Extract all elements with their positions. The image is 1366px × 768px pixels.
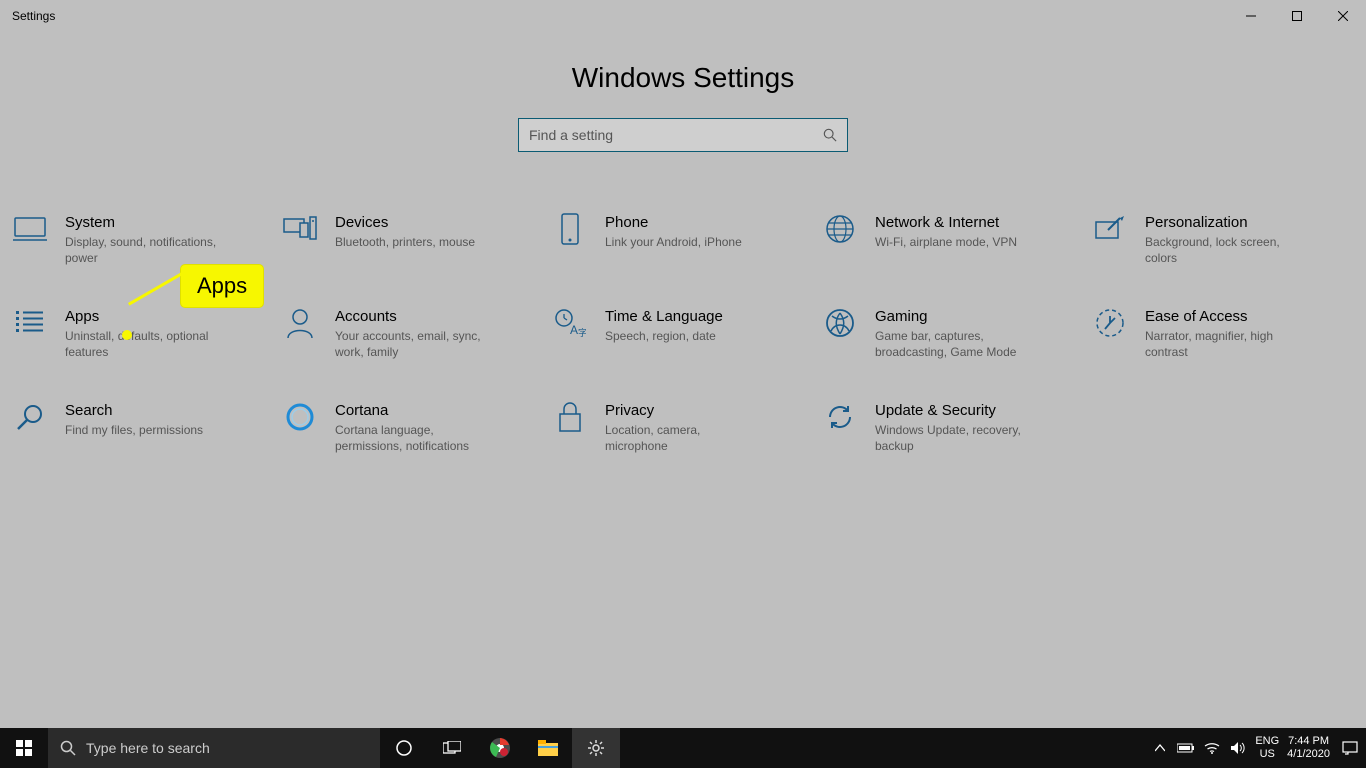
paint-icon	[1093, 212, 1127, 246]
category-devices[interactable]: Devices Bluetooth, printers, mouse	[283, 212, 543, 266]
time-language-icon: A字	[553, 306, 587, 340]
category-desc: Your accounts, email, sync, work, family	[335, 329, 495, 360]
category-title: Gaming	[875, 308, 1035, 325]
category-desc: Game bar, captures, broadcasting, Game M…	[875, 329, 1035, 360]
category-desc: Wi-Fi, airplane mode, VPN	[875, 235, 1017, 251]
category-apps[interactable]: Apps Uninstall, defaults, optional featur…	[13, 306, 273, 360]
category-gaming[interactable]: Gaming Game bar, captures, broadcasting, …	[823, 306, 1083, 360]
search-category-icon	[13, 400, 47, 434]
devices-icon	[283, 212, 317, 246]
category-time[interactable]: A字 Time & Language Speech, region, date	[553, 306, 813, 360]
category-title: Devices	[335, 214, 475, 231]
category-system[interactable]: System Display, sound, notifications, pow…	[13, 212, 273, 266]
category-title: System	[65, 214, 225, 231]
tray-battery-icon[interactable]	[1177, 743, 1195, 753]
annotation-dot	[122, 330, 132, 340]
category-desc: Cortana language, permissions, notificat…	[335, 423, 495, 454]
taskbar-search-icon	[60, 740, 76, 756]
window-title: Settings	[12, 9, 55, 23]
update-icon	[823, 400, 857, 434]
category-personalization[interactable]: Personalization Background, lock screen, …	[1093, 212, 1353, 266]
start-button[interactable]	[0, 728, 48, 768]
category-network[interactable]: Network & Internet Wi-Fi, airplane mode, …	[823, 212, 1083, 266]
category-desc: Uninstall, defaults, optional features	[65, 329, 225, 360]
category-title: Phone	[605, 214, 742, 231]
category-title: Time & Language	[605, 308, 723, 325]
category-title: Update & Security	[875, 402, 1035, 419]
globe-icon	[823, 212, 857, 246]
tray-clock[interactable]: 7:44 PM4/1/2020	[1287, 735, 1330, 761]
annotation-callout: Apps	[181, 265, 263, 307]
maximize-button[interactable]	[1274, 0, 1320, 32]
category-ease[interactable]: Ease of Access Narrator, magnifier, high …	[1093, 306, 1353, 360]
taskbar-taskview-button[interactable]	[428, 728, 476, 768]
taskbar-search-placeholder: Type here to search	[86, 740, 210, 756]
category-phone[interactable]: Phone Link your Android, iPhone	[553, 212, 813, 266]
taskbar-settings-button[interactable]	[572, 728, 620, 768]
apps-icon	[13, 306, 47, 340]
close-button[interactable]	[1320, 0, 1366, 32]
category-desc: Display, sound, notifications, power	[65, 235, 225, 266]
category-title: Accounts	[335, 308, 495, 325]
ease-of-access-icon	[1093, 306, 1127, 340]
lock-icon	[553, 400, 587, 434]
category-title: Apps	[65, 308, 225, 325]
window-titlebar: Settings	[0, 0, 1366, 32]
page-title: Windows Settings	[0, 62, 1366, 94]
category-search[interactable]: Search Find my files, permissions	[13, 400, 273, 454]
category-title: Cortana	[335, 402, 495, 419]
tray-chevron-icon[interactable]	[1151, 744, 1169, 752]
category-desc: Windows Update, recovery, backup	[875, 423, 1035, 454]
category-privacy[interactable]: Privacy Location, camera, microphone	[553, 400, 813, 454]
category-title: Personalization	[1145, 214, 1305, 231]
search-box[interactable]	[518, 118, 848, 152]
tray-notifications-icon[interactable]	[1338, 741, 1362, 755]
category-title: Privacy	[605, 402, 765, 419]
taskbar-search[interactable]: Type here to search	[48, 728, 380, 768]
person-icon	[283, 306, 317, 340]
minimize-button[interactable]	[1228, 0, 1274, 32]
taskbar-explorer-button[interactable]	[524, 728, 572, 768]
category-desc: Speech, region, date	[605, 329, 723, 345]
system-tray[interactable]: ENGUS 7:44 PM4/1/2020	[1151, 728, 1366, 768]
tray-volume-icon[interactable]	[1229, 741, 1247, 755]
svg-text:字: 字	[578, 327, 586, 338]
category-desc: Find my files, permissions	[65, 423, 203, 439]
category-desc: Link your Android, iPhone	[605, 235, 742, 251]
category-desc: Background, lock screen, colors	[1145, 235, 1305, 266]
category-desc: Bluetooth, printers, mouse	[335, 235, 475, 251]
xbox-icon	[823, 306, 857, 340]
cortana-icon	[283, 400, 317, 434]
taskbar: Type here to search ENGUS 7:44 PM4/1/202…	[0, 728, 1366, 768]
svg-text:A: A	[570, 323, 578, 337]
category-desc: Location, camera, microphone	[605, 423, 765, 454]
tray-wifi-icon[interactable]	[1203, 742, 1221, 754]
search-input[interactable]	[529, 127, 823, 143]
category-title: Ease of Access	[1145, 308, 1305, 325]
taskbar-cortana-button[interactable]	[380, 728, 428, 768]
tray-language[interactable]: ENGUS	[1255, 735, 1279, 761]
settings-grid: System Display, sound, notifications, pow…	[0, 212, 1366, 455]
category-desc: Narrator, magnifier, high contrast	[1145, 329, 1305, 360]
display-icon	[13, 212, 47, 246]
category-update[interactable]: Update & Security Windows Update, recover…	[823, 400, 1083, 454]
phone-icon	[553, 212, 587, 246]
taskbar-chrome-button[interactable]	[476, 728, 524, 768]
search-icon	[823, 128, 837, 142]
category-title: Search	[65, 402, 203, 419]
category-cortana[interactable]: Cortana Cortana language, permissions, no…	[283, 400, 543, 454]
category-title: Network & Internet	[875, 214, 1017, 231]
category-accounts[interactable]: Accounts Your accounts, email, sync, work…	[283, 306, 543, 360]
